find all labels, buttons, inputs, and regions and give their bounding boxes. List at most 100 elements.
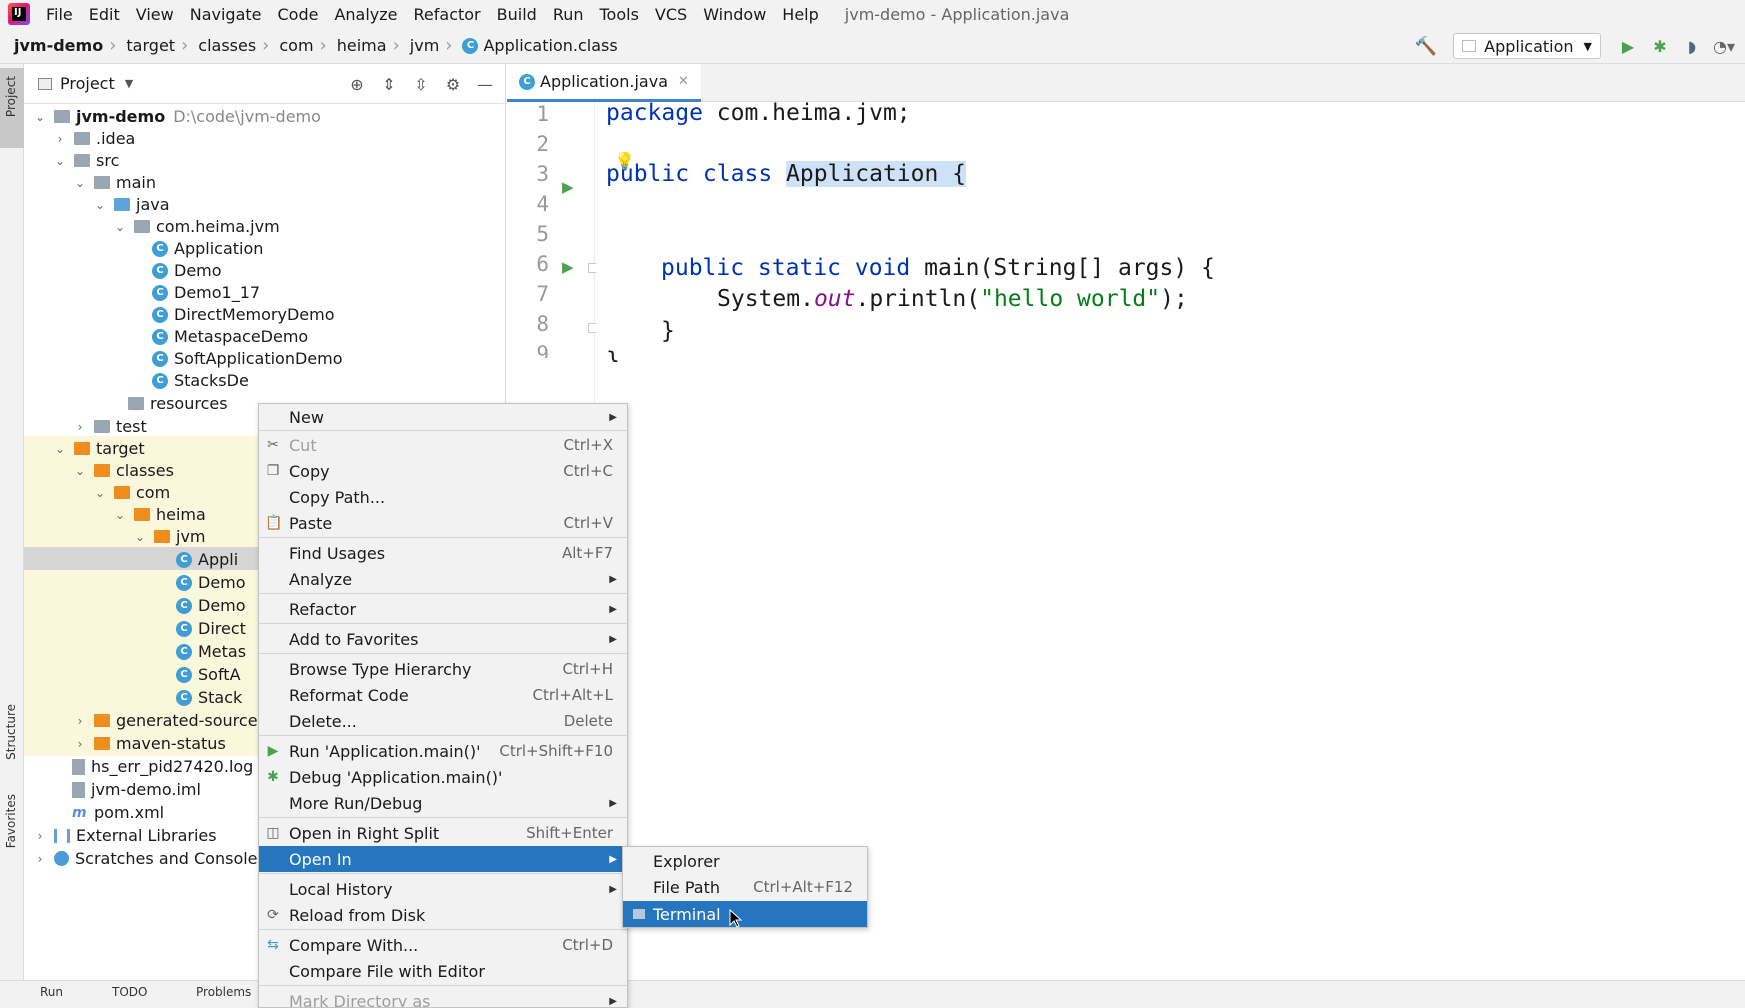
menu-code[interactable]: Code [270, 5, 327, 24]
chevron-down-icon: ⌄ [74, 463, 86, 478]
menu-build[interactable]: Build [489, 5, 545, 24]
project-tool-button[interactable]: Project [0, 68, 24, 148]
tool-tab-problems[interactable]: Problems [196, 985, 251, 999]
ctx-label: Open in Right Split [289, 823, 440, 843]
build-hammer-icon[interactable]: 🔨 [1415, 36, 1437, 57]
gear-icon[interactable]: ⚙ [437, 75, 469, 94]
code-line: package com.heima.jvm; [606, 102, 911, 126]
chevron-down-icon: ⌄ [54, 441, 66, 456]
ctx-more-run-debug[interactable]: More Run/Debug ▶ [259, 790, 627, 816]
minimize-icon[interactable]: — [469, 75, 501, 94]
menu-run[interactable]: Run [545, 5, 592, 24]
menu-view[interactable]: View [128, 5, 182, 24]
breadcrumb-jvm[interactable]: jvm [400, 36, 440, 55]
ctx-delete[interactable]: Delete... Delete [259, 708, 627, 734]
breadcrumb-target[interactable]: target [116, 36, 175, 55]
run-configuration-select[interactable]: Application ▼ [1453, 33, 1601, 59]
ctx-label: Compare File with Editor [289, 961, 485, 981]
submenu-file-path[interactable]: File Path Ctrl+Alt+F12 [623, 874, 867, 900]
expand-all-icon[interactable]: ⇕ [373, 75, 405, 94]
breadcrumb-project[interactable]: jvm-demo [0, 36, 103, 55]
menu-navigate[interactable]: Navigate [182, 5, 270, 24]
breadcrumb-com[interactable]: com [269, 36, 313, 55]
ctx-add-to-favorites[interactable]: Add to Favorites ▶ [259, 626, 627, 652]
code-editor[interactable]: package com.heima.jvm; public class Appl… [596, 102, 1745, 402]
run-gutter-icon[interactable]: ▶ [562, 178, 574, 196]
breadcrumb-classes[interactable]: classes [188, 36, 256, 55]
text-file-icon [72, 758, 85, 775]
ctx-cut[interactable]: ✂ Cut Ctrl+X [259, 432, 627, 458]
ctx-label: Debug 'Application.main()' [289, 767, 503, 787]
ctx-refactor[interactable]: Refactor ▶ [259, 596, 627, 622]
submenu-shortcut: Ctrl+Alt+F12 [753, 878, 853, 896]
ctx-shortcut: Delete [563, 712, 613, 730]
ctx-open-in[interactable]: Open In ▶ [259, 846, 627, 872]
tree-item-label: resources [150, 394, 228, 413]
chevron-down-icon[interactable]: ▼ [125, 77, 133, 90]
tab-application-java[interactable]: C Application.java ✕ [507, 64, 701, 102]
run-gutter-icon[interactable]: ▶ [562, 258, 574, 276]
locate-crosshair-icon[interactable]: ⊕ [341, 75, 373, 94]
ctx-debug-main[interactable]: ✱ Debug 'Application.main()' [259, 764, 627, 790]
run-icon[interactable]: ▶ [1617, 35, 1639, 57]
chevron-right-icon: › [77, 736, 83, 751]
module-file-icon [72, 781, 85, 798]
menu-file[interactable]: File [38, 5, 81, 24]
ctx-mark-directory-as[interactable]: Mark Directory as ▶ [259, 988, 627, 1008]
menu-analyze[interactable]: Analyze [326, 5, 405, 24]
breadcrumb-heima[interactable]: heima [327, 36, 387, 55]
line-number: 8 [536, 312, 549, 336]
ctx-reload-from-disk[interactable]: ⟳ Reload from Disk [259, 902, 627, 928]
code-line: public static void main(String[] args) { [661, 255, 1215, 281]
intention-bulb-icon[interactable]: 💡 [614, 152, 635, 172]
ctx-separator [259, 593, 627, 594]
structure-tool-button[interactable]: Structure [4, 704, 18, 760]
tree-item-label: pom.xml [94, 803, 165, 822]
submenu-explorer[interactable]: Explorer [623, 848, 867, 874]
close-icon[interactable]: ✕ [678, 74, 689, 89]
open-in-submenu: Explorer File Path Ctrl+Alt+F12 Terminal [622, 846, 868, 928]
tree-item-class[interactable]: C StacksDe [24, 368, 505, 393]
submenu-arrow-icon: ▶ [609, 633, 617, 645]
submenu-terminal[interactable]: Terminal [623, 901, 867, 927]
ctx-copy-path[interactable]: Copy Path... [259, 484, 627, 510]
resources-folder-icon [128, 397, 144, 410]
menu-window[interactable]: Window [695, 5, 774, 24]
profile-icon[interactable]: ◔▾ [1713, 35, 1735, 57]
tool-tab-run[interactable]: Run [40, 985, 63, 999]
menu-edit[interactable]: Edit [81, 5, 128, 24]
ctx-compare-with[interactable]: ⇆ Compare With... Ctrl+D [259, 932, 627, 958]
reload-icon: ⟳ [267, 907, 279, 923]
project-view-title[interactable]: Project [60, 74, 115, 93]
menu-vcs[interactable]: VCS [647, 5, 695, 24]
ctx-paste[interactable]: 📋 Paste Ctrl+V [259, 510, 627, 536]
menu-help[interactable]: Help [774, 5, 826, 24]
ctx-find-usages[interactable]: Find Usages Alt+F7 [259, 540, 627, 566]
split-view-icon: ◫ [266, 825, 280, 841]
ctx-reformat-code[interactable]: Reformat Code Ctrl+Alt+L [259, 682, 627, 708]
tab-label: Application.java [540, 72, 669, 91]
debug-bug-icon[interactable]: ✱ [1649, 35, 1671, 57]
line-number: 3 [536, 162, 549, 186]
menu-refactor[interactable]: Refactor [406, 5, 489, 24]
ctx-compare-file-with-editor[interactable]: Compare File with Editor [259, 958, 627, 984]
favorites-tool-button[interactable]: Favorites [4, 794, 18, 848]
ctx-copy[interactable]: ❐ Copy Ctrl+C [259, 458, 627, 484]
ctx-separator [259, 985, 627, 986]
ctx-run-main[interactable]: ▶ Run 'Application.main()' Ctrl+Shift+F10 [259, 738, 627, 764]
code-text: com.heima.jvm; [702, 102, 911, 126]
class-icon: C [176, 666, 192, 683]
ctx-new[interactable]: New ▶ [259, 404, 627, 430]
tree-item-label: main [116, 173, 156, 192]
menu-tools[interactable]: Tools [592, 5, 647, 24]
coverage-shield-icon[interactable]: ◗ [1681, 35, 1703, 57]
ctx-separator [259, 537, 627, 538]
tool-tab-todo[interactable]: TODO [112, 985, 147, 999]
ctx-analyze[interactable]: Analyze ▶ [259, 566, 627, 592]
collapse-all-icon[interactable]: ⇳ [405, 75, 437, 94]
ctx-open-in-right-split[interactable]: ◫ Open in Right Split Shift+Enter [259, 820, 627, 846]
folder-icon [74, 154, 90, 167]
ctx-local-history[interactable]: Local History ▶ [259, 876, 627, 902]
breadcrumb-application-class[interactable]: C Application.class [452, 36, 618, 55]
ctx-browse-type-hierarchy[interactable]: Browse Type Hierarchy Ctrl+H [259, 656, 627, 682]
